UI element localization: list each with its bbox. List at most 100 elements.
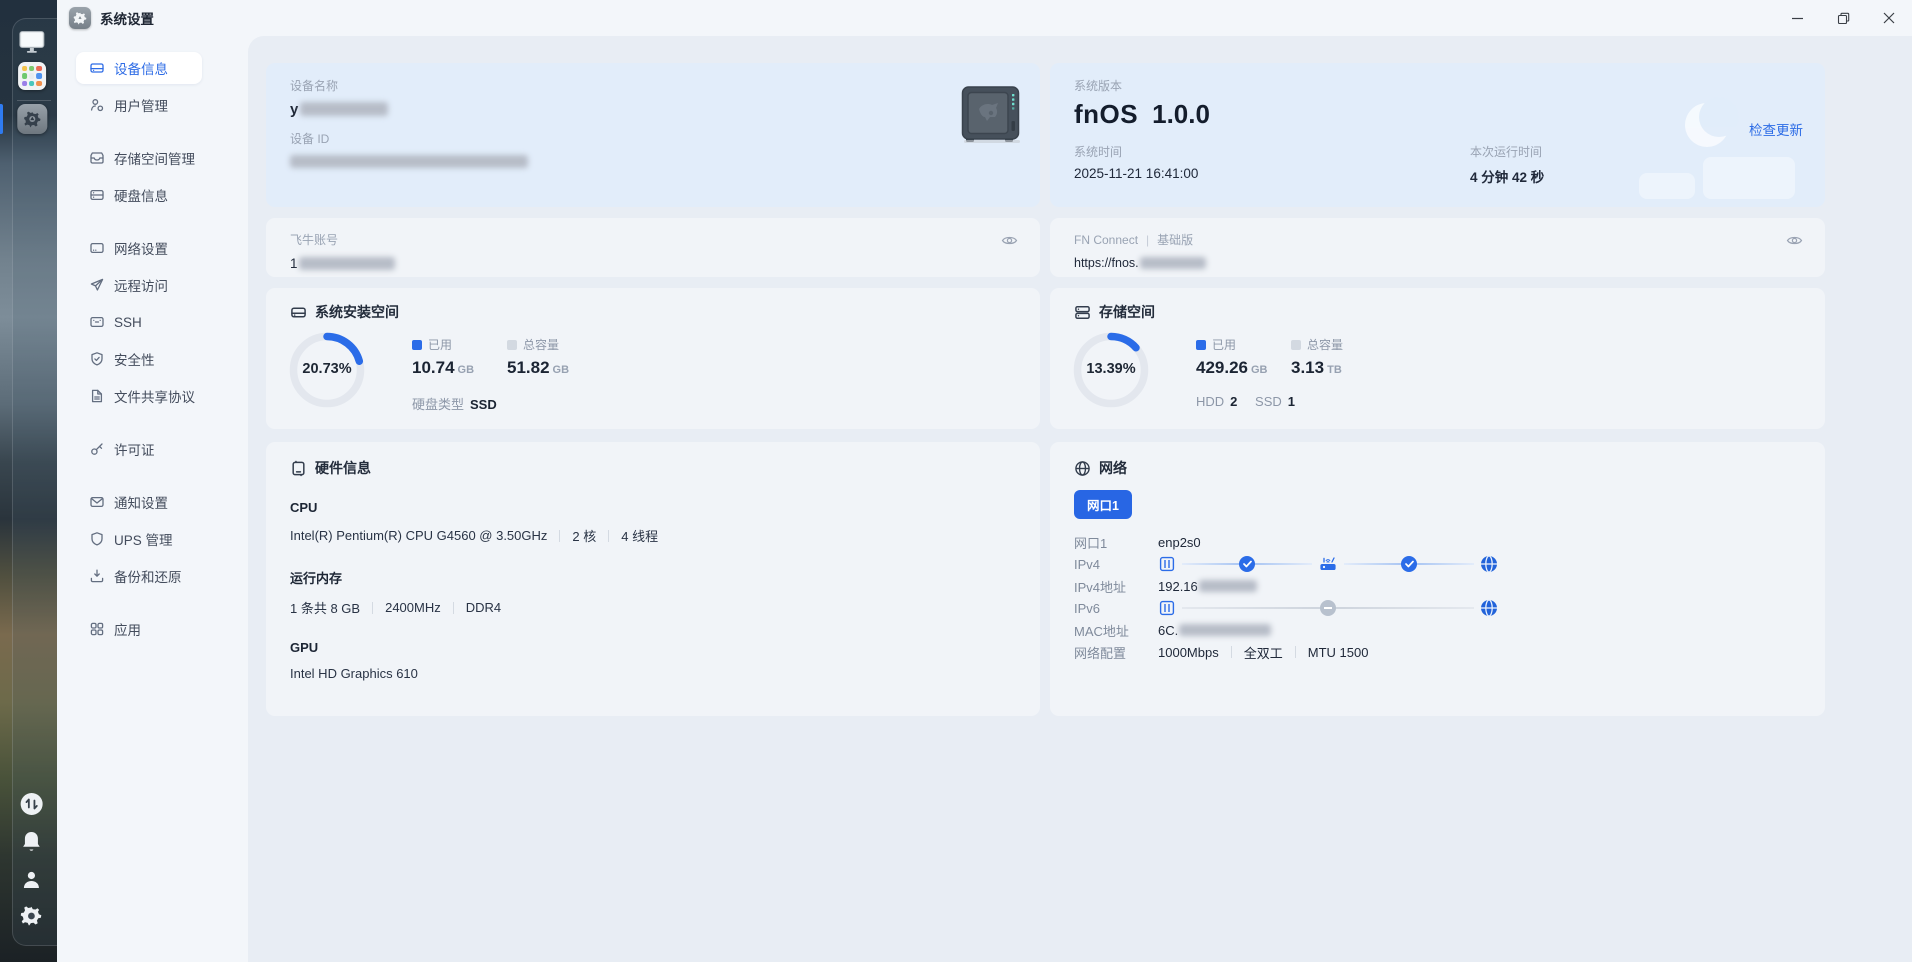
sidebar-item-network-settings[interactable]: 网络设置 bbox=[76, 232, 202, 264]
hardware-info-card: 硬件信息 CPU Intel(R) Pentium(R) CPU G4560 @… bbox=[266, 442, 1040, 716]
install-usage-percent: 20.73% bbox=[302, 361, 352, 377]
app-gear-icon bbox=[69, 7, 91, 29]
device-name-value: y bbox=[290, 101, 1016, 118]
sidebar-item-label: SSH bbox=[114, 314, 142, 330]
ram-value: 1 条共 8 GB 2400MHz DDR4 bbox=[290, 600, 502, 616]
used-legend-swatch bbox=[1196, 339, 1206, 350]
internet-globe-icon bbox=[1480, 599, 1498, 617]
total-legend-swatch bbox=[507, 339, 517, 350]
nas-icon bbox=[1158, 599, 1176, 617]
sidebar-item-device-info[interactable]: 设备信息 bbox=[76, 52, 202, 84]
dock-divider bbox=[17, 100, 51, 101]
settings-window: 系统设置 设备信息 用户管理 存储空间管理 硬盘信息 网络设置 远程访问 SSH… bbox=[57, 0, 1912, 962]
sidebar-item-disk-info[interactable]: 硬盘信息 bbox=[76, 179, 202, 211]
paper-plane-icon bbox=[89, 277, 105, 293]
sidebar-item-label: 应用 bbox=[114, 623, 141, 638]
fn-connect-card: FN Connect | 基础版 https://fnos. bbox=[1050, 218, 1825, 277]
device-name-label: 设备名称 bbox=[290, 79, 339, 93]
cpu-label: CPU bbox=[290, 500, 318, 515]
fn-connect-label: FN Connect | 基础版 bbox=[1074, 233, 1194, 247]
mac-address: 6C. bbox=[1158, 623, 1272, 638]
fn-connect-url: https://fnos. bbox=[1074, 256, 1801, 270]
globe-icon bbox=[1074, 460, 1091, 477]
moon-decoration bbox=[1685, 97, 1739, 151]
used-legend-swatch bbox=[412, 339, 422, 350]
device-id-label: 设备 ID bbox=[290, 132, 330, 146]
ram-label: 运行内存 bbox=[290, 571, 343, 586]
install-space-title: 系统安装空间 bbox=[315, 304, 399, 320]
total-label: 总容量 bbox=[523, 338, 560, 352]
mac-address-row: MAC地址 6C. bbox=[1050, 619, 1825, 641]
sidebar-item-user-management[interactable]: 用户管理 bbox=[76, 89, 202, 121]
download-tray-icon bbox=[89, 568, 105, 584]
sidebar-item-file-sharing[interactable]: 文件共享协议 bbox=[76, 380, 202, 412]
port1-tab-button[interactable]: 网口1 bbox=[1074, 490, 1132, 519]
network-window-icon bbox=[89, 240, 105, 256]
gpu-value: Intel HD Graphics 610 bbox=[290, 666, 418, 681]
ipv4-address: 192.16 bbox=[1158, 579, 1257, 594]
shield-icon bbox=[89, 531, 105, 547]
close-button[interactable] bbox=[1866, 0, 1912, 36]
redacted-url bbox=[1139, 257, 1206, 269]
host-device-icon bbox=[290, 460, 307, 477]
titlebar: 系统设置 bbox=[57, 0, 1912, 36]
network-title: 网络 bbox=[1099, 460, 1127, 476]
internet-globe-icon bbox=[1480, 555, 1498, 573]
redacted-mac bbox=[1179, 624, 1272, 636]
eye-icon[interactable] bbox=[1786, 232, 1803, 252]
sidebar-item-ssh[interactable]: SSH bbox=[76, 306, 202, 338]
install-space-card: 系统安装空间 20.73% 已用 10.74 GB 总容量 51.82 GB 硬… bbox=[266, 288, 1040, 429]
used-label: 已用 bbox=[428, 338, 453, 352]
key-icon bbox=[89, 441, 105, 457]
sidebar-item-apps[interactable]: 应用 bbox=[76, 613, 202, 645]
disk-type-line: 硬盘类型 SSD bbox=[412, 397, 497, 412]
sidebar-item-label: 存储空间管理 bbox=[114, 152, 195, 167]
sidebar-item-storage-space[interactable]: 存储空间管理 bbox=[76, 142, 202, 174]
storage-usage-percent: 13.39% bbox=[1086, 361, 1136, 377]
drive-counts-line: HDD 2 SSD 1 bbox=[1196, 394, 1295, 409]
main-content: 设备名称 y 设备 ID 系统版本 fnOS 1.0.0 检查更新 系统时间 2… bbox=[248, 36, 1912, 962]
apps-grid-icon bbox=[89, 621, 105, 637]
ipv4-check-1-icon bbox=[1239, 556, 1255, 572]
redacted-account bbox=[298, 257, 395, 270]
sidebar-item-backup-restore[interactable]: 备份和还原 bbox=[76, 560, 202, 592]
minimize-button[interactable] bbox=[1774, 0, 1820, 36]
desktop-icon[interactable] bbox=[18, 30, 44, 57]
settings-gear-icon[interactable] bbox=[20, 905, 42, 930]
system-settings-dock-icon[interactable] bbox=[16, 104, 47, 134]
app-center-icon[interactable] bbox=[17, 62, 46, 90]
redacted-ipv4 bbox=[1198, 580, 1257, 592]
account-value: 1 bbox=[290, 256, 1016, 271]
eye-icon[interactable] bbox=[1001, 232, 1018, 252]
user-profile-icon[interactable] bbox=[20, 868, 42, 895]
restore-button[interactable] bbox=[1820, 0, 1866, 36]
total-label: 总容量 bbox=[1307, 338, 1344, 352]
redacted-device-name bbox=[300, 102, 389, 116]
check-update-link[interactable]: 检查更新 bbox=[1749, 119, 1803, 139]
system-version-label: 系统版本 bbox=[1074, 79, 1123, 93]
window-title: 系统设置 bbox=[100, 12, 154, 27]
user-icon bbox=[89, 97, 105, 113]
document-icon bbox=[89, 388, 105, 404]
used-value: 429.26 GB bbox=[1196, 358, 1268, 377]
tier-separator: | bbox=[1146, 233, 1150, 247]
sidebar-item-ups[interactable]: UPS 管理 bbox=[76, 523, 202, 555]
sidebar-item-license[interactable]: 许可证 bbox=[76, 433, 202, 465]
nas-device-illustration bbox=[961, 85, 1023, 148]
sidebar-item-label: UPS 管理 bbox=[114, 533, 173, 548]
sidebar-item-label: 远程访问 bbox=[114, 279, 168, 294]
tier-badge: 基础版 bbox=[1157, 233, 1194, 247]
sidebar-item-label: 文件共享协议 bbox=[114, 390, 195, 405]
sidebar-item-label: 硬盘信息 bbox=[114, 189, 168, 204]
ipv6-status-row: IPv6 bbox=[1050, 597, 1825, 619]
notifications-bell-icon[interactable] bbox=[20, 830, 42, 857]
os-name: fnOS bbox=[1074, 99, 1139, 129]
redacted-device-id bbox=[290, 155, 528, 168]
sidebar-item-security[interactable]: 安全性 bbox=[76, 343, 202, 375]
system-version-card: 系统版本 fnOS 1.0.0 检查更新 系统时间 2025-11-21 16:… bbox=[1050, 63, 1825, 207]
sidebar-item-notifications[interactable]: 通知设置 bbox=[76, 486, 202, 518]
hdd-icon bbox=[89, 60, 105, 76]
sidebar-item-remote-access[interactable]: 远程访问 bbox=[76, 269, 202, 301]
transfer-tasks-icon[interactable] bbox=[19, 792, 43, 819]
ipv4-address-row: IPv4地址 192.16 bbox=[1050, 575, 1825, 597]
